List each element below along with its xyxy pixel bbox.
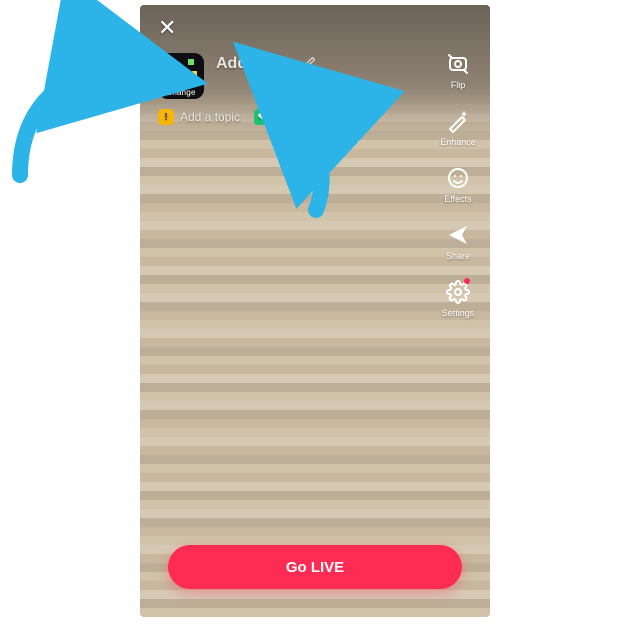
share-icon: [445, 222, 471, 248]
flip-button[interactable]: Flip: [445, 51, 471, 90]
go-live-button[interactable]: Go LIVE: [168, 545, 462, 589]
close-icon: ✕: [158, 15, 176, 40]
add-topic-button[interactable]: ! Add a topic: [158, 109, 240, 125]
settings-button[interactable]: Settings: [442, 279, 475, 318]
go-live-label: Go LIVE: [286, 559, 344, 576]
close-button[interactable]: ✕: [158, 17, 176, 39]
settings-label: Settings: [442, 308, 475, 318]
topic-badge-icon: !: [158, 109, 174, 125]
support-nonprofit-label: Support nonprofit: [276, 110, 368, 124]
enhance-label: Enhance: [440, 137, 476, 147]
live-setup-screen: ✕ Change Add a title ! Add a topic ❤ Sup…: [140, 5, 490, 617]
cover-thumbnail[interactable]: Change: [158, 53, 204, 99]
share-button[interactable]: Share: [445, 222, 471, 261]
add-topic-label: Add a topic: [180, 110, 240, 124]
side-rail: Flip Enhance Effects Share Settings: [436, 51, 480, 318]
share-label: Share: [446, 251, 470, 261]
flip-label: Flip: [451, 80, 466, 90]
enhance-button[interactable]: Enhance: [440, 108, 476, 147]
enhance-icon: [445, 108, 471, 134]
nonprofit-badge-icon: ❤: [254, 109, 270, 125]
flip-icon: [445, 51, 471, 77]
cover-caption: Change: [158, 88, 204, 97]
effects-icon: [445, 165, 471, 191]
options-row: ! Add a topic ❤ Support nonprofit: [158, 109, 368, 125]
effects-label: Effects: [444, 194, 471, 204]
support-nonprofit-button[interactable]: ❤ Support nonprofit: [254, 109, 368, 125]
title-input[interactable]: Add a title: [216, 55, 316, 73]
effects-button[interactable]: Effects: [444, 165, 471, 204]
title-placeholder: Add a title: [216, 55, 293, 72]
edit-icon: [304, 56, 316, 68]
